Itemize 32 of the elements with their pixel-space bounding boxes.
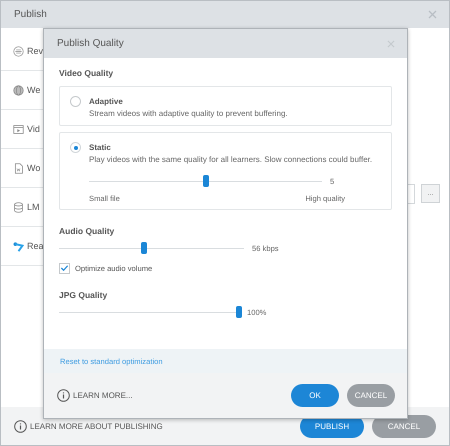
ok-button[interactable]: OK — [291, 384, 339, 407]
section-heading: Video Quality — [59, 68, 114, 78]
slider-thumb[interactable] — [141, 242, 148, 254]
slider-thumb[interactable] — [202, 174, 208, 187]
item-label: LM — [27, 202, 40, 212]
option-card[interactable]: Adaptive Stream videos with adaptive quality to prevent buffering. — [59, 86, 392, 126]
item-label: Vid — [27, 124, 40, 134]
database-icon — [13, 202, 24, 212]
item-label: We — [27, 85, 40, 95]
checkbox[interactable] — [59, 262, 70, 274]
option-label: Static — [89, 143, 111, 152]
info-icon — [14, 420, 27, 432]
radio-button[interactable] — [70, 96, 81, 107]
document-icon — [13, 162, 24, 174]
option-label: Adaptive — [89, 97, 123, 106]
globe-icon — [13, 84, 24, 96]
option-description: Play videos with the same quality for all learners. Slow connections could buffer. — [89, 155, 374, 166]
learn-more-link[interactable]: LEARN MORE ABOUT PUBLISHING — [30, 422, 163, 430]
slider-thumb[interactable] — [236, 306, 242, 318]
radio-button[interactable] — [70, 142, 81, 154]
learn-more-link[interactable]: LEARN MORE... — [73, 391, 133, 400]
connector-icon — [13, 240, 24, 252]
section-heading: JPG Quality — [59, 290, 108, 300]
video-icon — [13, 124, 24, 134]
item-label: Rev — [27, 46, 44, 56]
item-label: Wo — [27, 163, 40, 173]
item-label: Rea — [27, 241, 44, 251]
option-description: Stream videos with adaptive quality to prevent buffering. — [89, 109, 289, 120]
info-icon — [57, 389, 70, 402]
section-heading: Audio Quality — [59, 226, 116, 236]
circle-icon — [13, 46, 24, 56]
window-title: Publish — [14, 9, 47, 20]
